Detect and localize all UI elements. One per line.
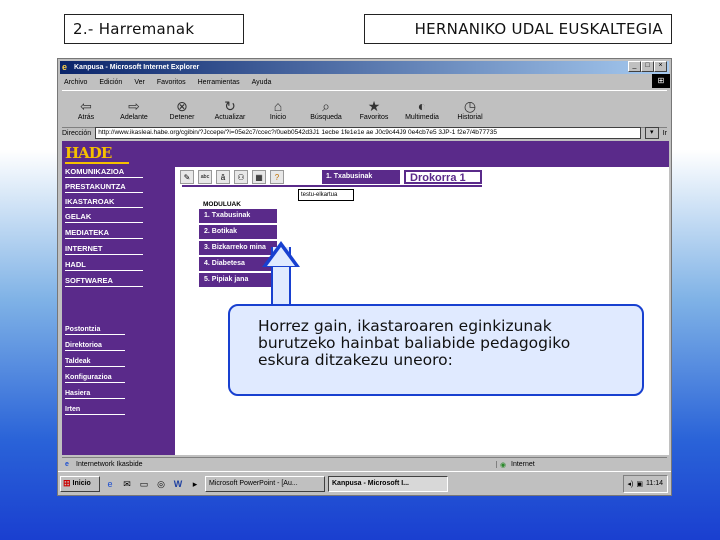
menu-herramientas[interactable]: Herramientas: [198, 79, 240, 86]
abc-icon[interactable]: ᵃᵇᶜ: [198, 170, 212, 184]
sidebar: HADE KOMUNIKAZIOA PRESTAKUNTZA IKASTAROA…: [62, 141, 175, 455]
taskbar-powerpoint[interactable]: Microsoft PowerPoint - [Au...: [205, 475, 325, 492]
menu-ayuda[interactable]: Ayuda: [252, 79, 272, 86]
status-bar: Internetwork Ikasbide Internet: [62, 457, 667, 470]
search-icon: ⌕: [322, 97, 330, 114]
callout-arrowhead-fill: [267, 247, 295, 266]
sidebar-item-komunikazioa[interactable]: KOMUNIKAZIOA: [65, 167, 143, 178]
slide-title-left: 2.- Harremanak: [64, 14, 244, 44]
address-label: Dirección: [62, 129, 92, 137]
module-item[interactable]: 5. Pipiak jana: [199, 273, 277, 287]
sidebar-item-ikastaroak[interactable]: IKASTAROAK: [65, 197, 143, 208]
sidebar-item-mediateka[interactable]: MEDIATEKA: [65, 228, 143, 239]
sidebar-item-internet[interactable]: INTERNET: [65, 244, 143, 255]
sidebar-item-hadl[interactable]: HADL: [65, 260, 143, 271]
minimize-button[interactable]: _: [628, 61, 641, 72]
media-quicklaunch-icon[interactable]: ◎: [154, 477, 168, 491]
tab-txabusinak[interactable]: 1. Txabusinak: [322, 170, 400, 184]
maximize-button[interactable]: □: [641, 61, 654, 72]
close-button[interactable]: ×: [654, 61, 667, 72]
back-button[interactable]: ⇦ Atrás: [62, 91, 110, 127]
favorites-button[interactable]: ★ Favoritos: [350, 91, 398, 127]
history-button[interactable]: ◷ Historial: [446, 91, 494, 127]
sidebar-item-softwarea[interactable]: SOFTWAREA: [65, 276, 143, 287]
menu-archivo[interactable]: Archivo: [64, 79, 87, 86]
address-bar: Dirección http://www.ikasleai.habe.org/c…: [62, 127, 667, 139]
status-text: Internetwork Ikasbide: [62, 461, 496, 468]
calculator-icon[interactable]: ▦: [252, 170, 266, 184]
binoculars-icon[interactable]: ⚇: [234, 170, 248, 184]
home-button[interactable]: ⌂ Inicio: [254, 91, 302, 127]
forward-arrow-icon: ⇨: [128, 97, 140, 114]
module-item[interactable]: 2. Botikak: [199, 225, 277, 239]
sidebar-item-direktorioa[interactable]: Direktorioa: [65, 342, 125, 351]
favorites-icon: ★: [367, 97, 381, 114]
sidebar-item-konfigurazioa[interactable]: Konfigurazioa: [65, 374, 125, 383]
sidebar-item-postontzia[interactable]: Postontzia: [65, 326, 125, 335]
slide-title-right: HERNANIKO UDAL EUSKALTEGIA: [364, 14, 672, 44]
status-zone: Internet: [496, 460, 667, 469]
app-quicklaunch-icon[interactable]: ▸: [188, 477, 202, 491]
page-header-bar: [175, 141, 669, 167]
windows-flag-icon: ⊞: [63, 478, 71, 488]
mail-quicklaunch-icon[interactable]: ✉: [120, 477, 134, 491]
word-quicklaunch-icon[interactable]: W: [171, 477, 185, 491]
start-button[interactable]: ⊞ Inicio: [60, 475, 100, 492]
ie-icon: e: [62, 62, 68, 72]
sidebar-item-irten[interactable]: Irten: [65, 406, 125, 415]
browser-window: e Kanpusa - Microsoft Internet Explorer …: [57, 58, 672, 496]
window-title: Kanpusa - Microsoft Internet Explorer: [74, 64, 200, 71]
sidebar-item-gelak[interactable]: GELAK: [65, 212, 143, 223]
toolbar: ⇦ Atrás ⇨ Adelante ⊗ Detener ↻ Actualizar ⌂ I…: [62, 90, 667, 128]
address-input[interactable]: http://www.ikasleai.habe.org/cgibin/?Jcc…: [95, 127, 641, 139]
stop-button[interactable]: ⊗ Detener: [158, 91, 206, 127]
refresh-icon: ↻: [224, 97, 236, 114]
home-icon: ⌂: [273, 97, 283, 114]
taskbar: ⊞ Inicio e ✉ ▭ ◎ W ▸ Microsoft PowerPoint…: [58, 471, 671, 495]
module-item[interactable]: 1. Txabusinak: [199, 209, 277, 223]
menu-bar: Archivo Edición Ver Favoritos Herramient…: [62, 74, 670, 88]
tool-icon-row: ✎ ᵃᵇᶜ ǎ ⚇ ▦ ?: [180, 169, 284, 185]
menu-favoritos[interactable]: Favoritos: [157, 79, 186, 86]
sidebar-item-prestakuntza[interactable]: PRESTAKUNTZA: [65, 182, 143, 193]
network-icon[interactable]: ▣: [636, 480, 643, 488]
ie-quicklaunch-icon[interactable]: e: [103, 477, 117, 491]
callout-line: Horrez gain, ikastaroaren eginkizunak: [258, 317, 552, 335]
search-input[interactable]: testu-elkartua: [298, 189, 354, 201]
page-content: HADE KOMUNIKAZIOA PRESTAKUNTZA IKASTAROA…: [62, 141, 669, 455]
callout-line: burutzeko hainbat baliabide pedagogiko: [258, 334, 571, 352]
sidebar-item-hasiera[interactable]: Hasiera: [65, 390, 125, 399]
refresh-button[interactable]: ↻ Actualizar: [206, 91, 254, 127]
sidebar-item-taldeak[interactable]: Taldeak: [65, 358, 125, 367]
dictionary-icon[interactable]: ǎ: [216, 170, 230, 184]
stop-icon: ⊗: [176, 97, 188, 114]
media-icon: ◐: [417, 97, 427, 114]
desktop-quicklaunch-icon[interactable]: ▭: [137, 477, 151, 491]
clock: 11:14: [646, 480, 663, 487]
callout-line: eskura ditzakezu uneoro:: [258, 351, 453, 369]
system-tray: ◂) ▣ 11:14: [622, 474, 668, 493]
callout-text-box: Horrez gain, ikastaroaren eginkizunak bu…: [228, 304, 644, 396]
search-button[interactable]: ⌕ Búsqueda: [302, 91, 350, 127]
forward-button[interactable]: ⇨ Adelante: [110, 91, 158, 127]
go-label[interactable]: Ir: [663, 130, 667, 137]
modules-heading: MODULUAK: [203, 201, 241, 208]
tab-divider: [182, 185, 482, 187]
history-icon: ◷: [463, 97, 477, 114]
taskbar-kanpusa[interactable]: Kanpusa - Microsoft I...: [328, 475, 448, 492]
volume-icon[interactable]: ◂): [628, 480, 634, 488]
window-titlebar[interactable]: e Kanpusa - Microsoft Internet Explorer: [60, 61, 669, 74]
windows-logo-icon: ⊞: [652, 74, 670, 88]
go-button[interactable]: ▾: [644, 127, 659, 139]
edit-icon[interactable]: ✎: [180, 170, 194, 184]
hade-logo: HADE: [65, 144, 129, 164]
help-icon[interactable]: ?: [270, 170, 284, 184]
media-button[interactable]: ◐ Multimedia: [398, 91, 446, 127]
menu-ver[interactable]: Ver: [134, 79, 145, 86]
back-arrow-icon: ⇦: [80, 97, 92, 114]
menu-edicion[interactable]: Edición: [99, 79, 122, 86]
tab-drokorra[interactable]: Drokorra 1: [404, 170, 482, 184]
